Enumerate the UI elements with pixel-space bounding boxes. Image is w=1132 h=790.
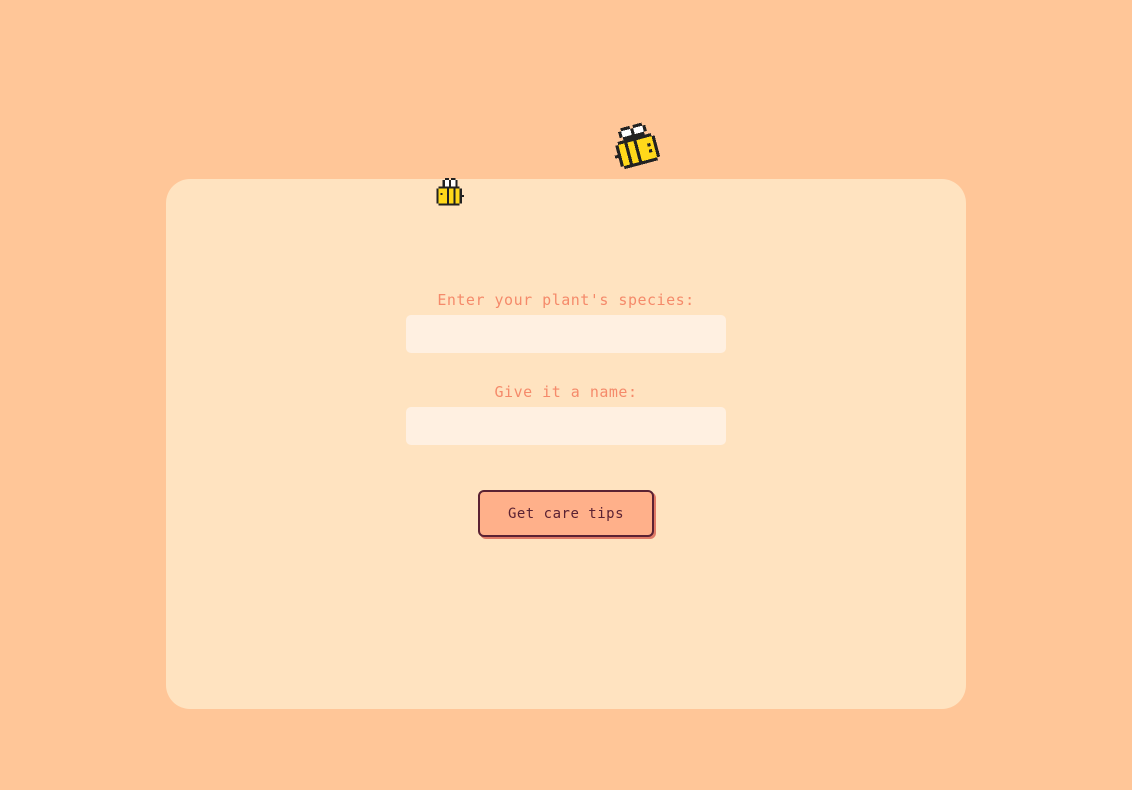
plant-name-input[interactable] <box>406 407 726 445</box>
plant-name-label: Give it a name: <box>494 383 638 401</box>
plant-form-card: Enter your plant's species: Give it a na… <box>166 179 966 709</box>
get-care-tips-button[interactable]: Get care tips <box>478 490 654 537</box>
bee-icon <box>436 178 464 206</box>
species-input[interactable] <box>406 315 726 353</box>
bee-icon <box>614 122 661 170</box>
species-label: Enter your plant's species: <box>437 291 695 309</box>
